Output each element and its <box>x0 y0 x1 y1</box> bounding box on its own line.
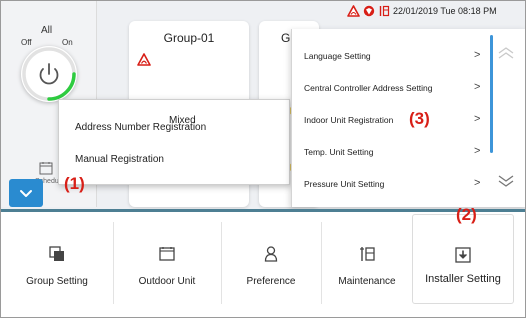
chevron-right-icon: > <box>474 113 481 125</box>
menu-item-manual-registration[interactable]: Manual Registration <box>75 154 164 165</box>
outdoor-unit-icon <box>159 247 175 261</box>
setting-label: Temp. Unit Setting <box>304 147 374 157</box>
scrollbar[interactable] <box>490 35 493 153</box>
tools-icon[interactable] <box>378 5 390 17</box>
menu-preference[interactable]: Preference <box>221 212 321 312</box>
menu-outdoor-unit[interactable]: Outdoor Unit <box>113 212 221 312</box>
datetime: 22/01/2019 Tue 08:18 PM <box>393 6 497 16</box>
setting-row-pressure-unit[interactable]: Pressure Unit Setting > <box>292 169 492 201</box>
menu-maintenance[interactable]: Maintenance <box>321 212 413 312</box>
maintenance-icon <box>360 247 375 261</box>
bottom-menu: Group Setting Outdoor Unit Preference Ma… <box>1 212 525 317</box>
group-setting-icon <box>49 246 64 261</box>
menu-label: Maintenance <box>338 276 396 287</box>
group-title: Group-01 <box>163 31 215 45</box>
power-icon <box>39 63 59 85</box>
menu-installer-setting[interactable]: Installer Setting <box>412 214 514 304</box>
chevron-right-icon: > <box>474 145 481 157</box>
setting-label: Language Setting <box>304 51 371 61</box>
all-label: All <box>41 25 53 36</box>
menu-label: Preference <box>246 276 296 287</box>
installer-setting-icon <box>455 247 471 263</box>
preference-icon <box>264 246 278 262</box>
power-ring-graphic <box>22 47 76 101</box>
scroll-down-icon[interactable] <box>497 174 515 188</box>
setting-row-temp-unit[interactable]: Temp. Unit Setting > <box>292 137 492 169</box>
setting-label: Indoor Unit Registration <box>304 115 394 125</box>
chevron-right-icon: > <box>474 177 481 189</box>
group-mode-label: Mixed <box>169 115 196 126</box>
menu-label: Installer Setting <box>425 273 501 285</box>
menu-label: Group Setting <box>26 276 88 287</box>
setting-row-central-controller-address[interactable]: Central Controller Address Setting > <box>292 73 492 105</box>
chevron-right-icon: > <box>474 49 481 61</box>
warning-icon <box>137 53 151 66</box>
chevron-down-icon <box>20 189 32 197</box>
status-bar: 22/01/2019 Tue 08:18 PM <box>347 4 497 18</box>
menu-group-setting[interactable]: Group Setting <box>1 212 113 312</box>
chevron-right-icon: > <box>474 81 481 93</box>
all-power-button[interactable] <box>21 46 77 102</box>
annotation-label: (1) <box>64 174 85 193</box>
annotation-label: (2) <box>456 205 477 224</box>
setting-label: Central Controller Address Setting <box>304 83 433 93</box>
shield-icon[interactable] <box>363 5 375 17</box>
registration-popup: Address Number Registration Manual Regis… <box>58 99 290 185</box>
setting-row-indoor-unit-registration[interactable]: Indoor Unit Registration > <box>292 105 492 137</box>
warning-icon[interactable] <box>347 5 360 17</box>
menu-toggle-button[interactable] <box>9 179 43 207</box>
scroll-up-icon[interactable] <box>497 46 515 60</box>
group-title: G <box>281 31 291 45</box>
schedule-icon[interactable] <box>39 161 53 175</box>
setting-label: Pressure Unit Setting <box>304 179 385 189</box>
setting-row-language[interactable]: Language Setting > <box>292 41 492 73</box>
annotation-label: (3) <box>409 109 430 128</box>
controller-screen: All Off On Schedule Group-01 Mixed G 22/… <box>0 0 526 318</box>
menu-label: Outdoor Unit <box>138 276 196 287</box>
